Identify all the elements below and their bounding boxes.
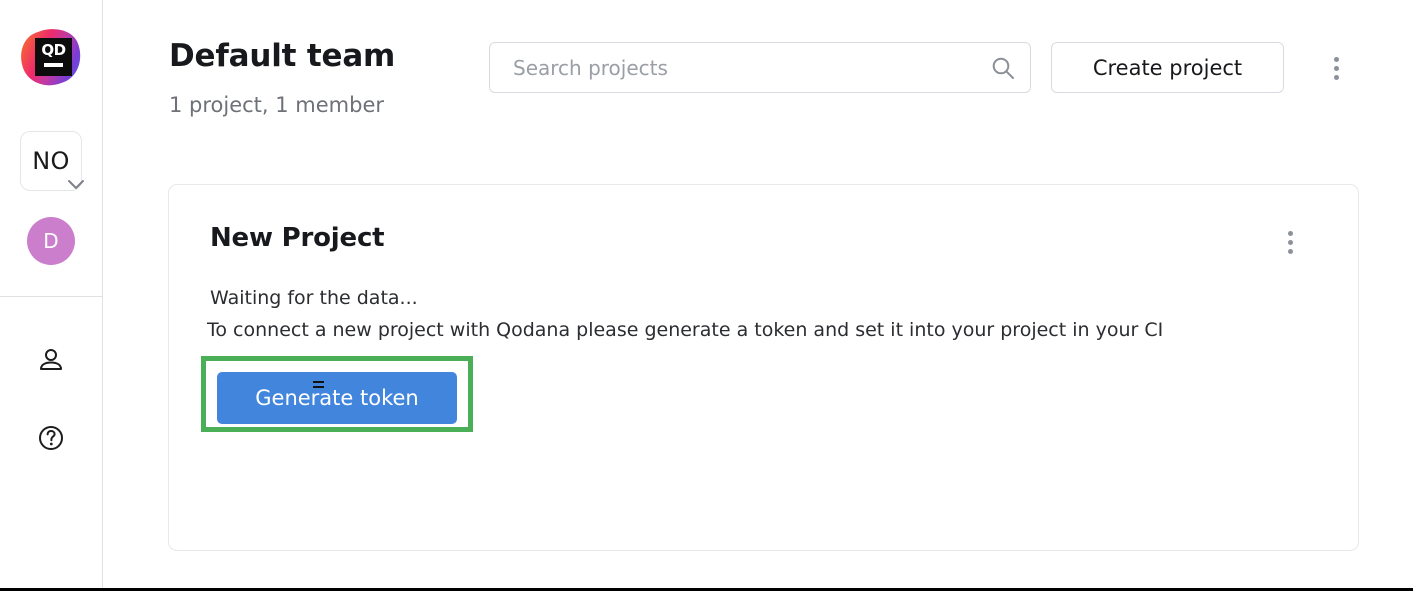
avatar[interactable]: D <box>27 217 75 265</box>
page-header: Default team 1 project, 1 member Create … <box>103 0 1413 140</box>
project-hint-text: To connect a new project with Qodana ple… <box>207 319 1164 341</box>
chevron-down-icon[interactable] <box>66 176 86 190</box>
org-switcher-label: NO <box>32 147 70 175</box>
sidebar: QD NO D <box>0 0 103 588</box>
qodana-logo-square: QD <box>35 38 72 76</box>
menu-dot <box>1287 248 1293 254</box>
page-title: Default team <box>169 38 396 74</box>
qodana-logo-icon[interactable]: QD <box>13 20 89 94</box>
menu-dot <box>1287 239 1293 245</box>
create-project-button[interactable]: Create project <box>1051 42 1284 93</box>
qodana-logo-text: QD <box>41 41 66 59</box>
help-icon[interactable] <box>33 420 69 456</box>
qodana-app-window: QD NO D Default team 1 project, 1 member… <box>0 0 1413 591</box>
menu-dot <box>1287 230 1293 236</box>
generate-token-highlight-box: Generate token <box>201 356 473 432</box>
project-status-text: Waiting for the data... <box>210 287 418 309</box>
search-box[interactable] <box>489 42 1031 93</box>
search-icon[interactable] <box>990 55 1016 81</box>
project-card-title: New Project <box>210 223 385 253</box>
search-input[interactable] <box>511 43 961 92</box>
menu-dot <box>1333 65 1339 71</box>
more-vertical-icon[interactable] <box>1318 48 1354 88</box>
profile-icon[interactable] <box>33 342 69 378</box>
menu-dot <box>1333 74 1339 80</box>
qodana-logo-underline <box>44 63 63 67</box>
project-card-more-vertical-icon[interactable] <box>1278 227 1302 257</box>
project-card[interactable]: New Project Waiting for the data... To c… <box>168 184 1359 551</box>
menu-dot <box>1333 56 1339 62</box>
generate-token-button[interactable]: Generate token <box>217 372 457 424</box>
sidebar-divider <box>0 296 102 297</box>
avatar-initial: D <box>43 229 59 253</box>
page-subtitle: 1 project, 1 member <box>169 93 385 117</box>
